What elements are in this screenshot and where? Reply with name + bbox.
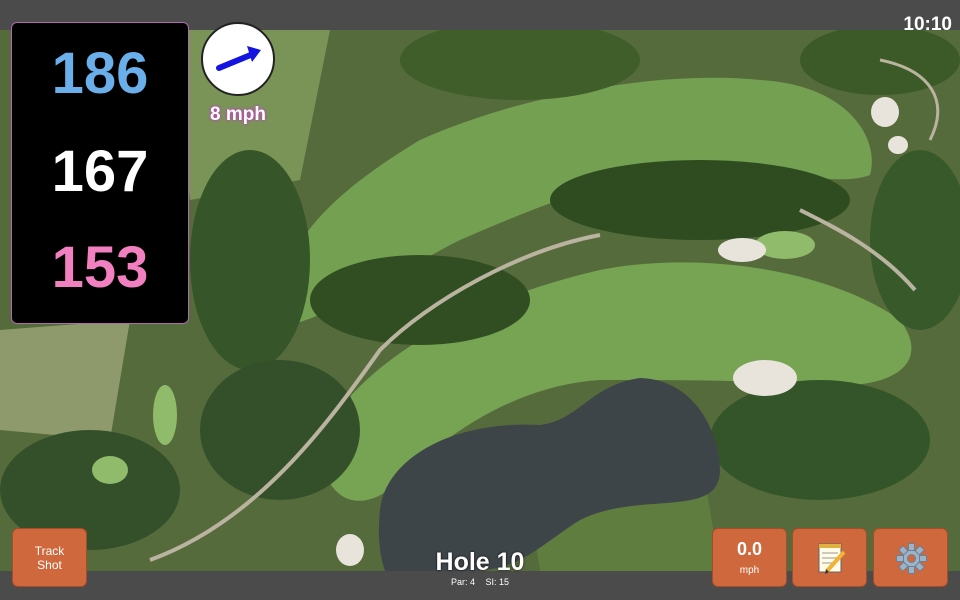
gear-icon (896, 543, 927, 574)
tree-cluster (710, 380, 930, 500)
tree-cluster (190, 150, 310, 370)
distance-middle: 167 (51, 139, 149, 204)
notes-button[interactable] (792, 528, 867, 587)
distance-panel: 186 167 153 (11, 22, 189, 324)
wind-indicator (201, 22, 275, 96)
tee-box (153, 385, 177, 445)
bunker (733, 360, 797, 396)
bunker (871, 97, 899, 127)
green (755, 231, 815, 259)
tee-box (92, 456, 128, 484)
track-shot-label: Track Shot (34, 543, 65, 572)
track-shot-button[interactable]: Track Shot (12, 528, 87, 587)
bunker (888, 136, 908, 154)
hole-stroke-index: SI: 15 (485, 577, 510, 587)
tree-cluster (550, 160, 850, 240)
tree-cluster (200, 360, 360, 500)
shot-speed-value: 0.0 (736, 539, 763, 559)
wind-speed: 8 mph (210, 104, 266, 125)
settings-button[interactable] (873, 528, 948, 587)
shot-speed-unit: mph (739, 565, 760, 576)
shot-speed-button[interactable]: 0.0 mph (712, 528, 787, 587)
wind-direction-arrow-icon (216, 46, 261, 71)
hole-info: Par: 4 SI: 15 (380, 577, 580, 587)
rough-area (0, 320, 130, 440)
hole-par: Par: 4 (450, 577, 475, 587)
bunker (718, 238, 766, 262)
distance-front: 153 (51, 235, 149, 300)
distance-back: 186 (51, 41, 149, 106)
hole-title: Hole 10 (435, 548, 525, 576)
bunker (336, 534, 364, 566)
notepad-pencil-icon (818, 543, 846, 574)
